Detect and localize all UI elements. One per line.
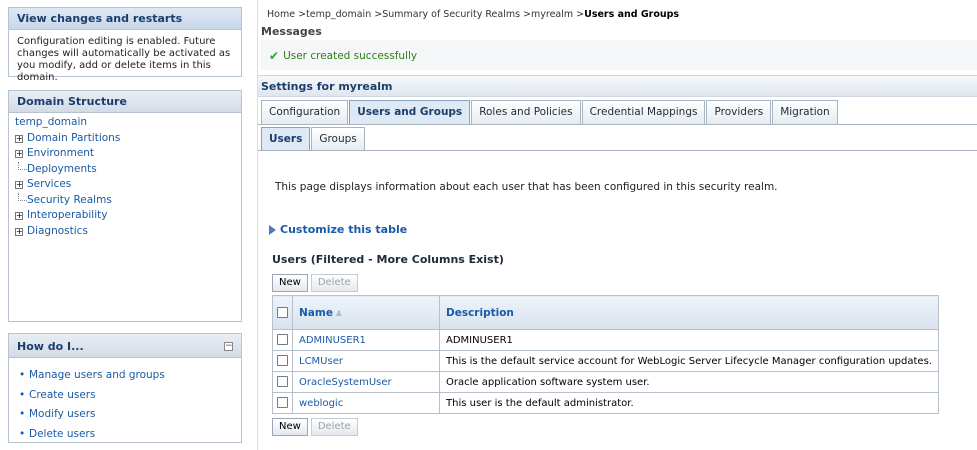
tree-root-temp-domain[interactable]: temp_domain bbox=[15, 115, 235, 131]
row-select-cell bbox=[272, 329, 293, 351]
table-toolbar-top: New Delete bbox=[272, 274, 358, 292]
table-row: OracleSystemUser Oracle application softw… bbox=[272, 371, 939, 393]
tree-node-services[interactable]: + Services bbox=[15, 177, 235, 193]
tree-node-security-realms[interactable]: Security Realms bbox=[15, 192, 235, 209]
tree-node-environment[interactable]: + Environment bbox=[15, 146, 235, 162]
row-select-cell bbox=[272, 350, 293, 372]
tree-connector-icon bbox=[18, 161, 27, 170]
tree-node-label: Deployments bbox=[27, 162, 97, 175]
breadcrumb: Home >temp_domain >Summary of Security R… bbox=[267, 9, 679, 20]
how-do-i-panel: How do I... − Manage users and groupsCre… bbox=[8, 333, 242, 444]
delete-user-button-bottom[interactable]: Delete bbox=[310, 418, 358, 436]
tree-node-domain-partitions[interactable]: + Domain Partitions bbox=[15, 131, 235, 147]
expand-icon[interactable]: + bbox=[15, 227, 23, 236]
tree-node-label: Security Realms bbox=[27, 193, 112, 206]
subtab-groups[interactable]: Groups bbox=[311, 127, 365, 151]
sort-icon[interactable]: ⩓ bbox=[336, 308, 342, 319]
users-table: Name ⩓ Description ADMINUSER1 ADMINUSER1 LC… bbox=[272, 295, 939, 414]
new-user-button-bottom[interactable]: New bbox=[272, 418, 308, 436]
row-checkbox[interactable] bbox=[277, 397, 288, 409]
tree-connector-icon bbox=[18, 192, 27, 201]
tab-configuration[interactable]: Configuration bbox=[261, 100, 349, 124]
user-name-link[interactable]: OracleSystemUser bbox=[292, 371, 440, 393]
how-do-i-link-delete-users[interactable]: Delete users bbox=[17, 425, 233, 445]
user-name-link[interactable]: ADMINUSER1 bbox=[292, 329, 440, 351]
table-row: ADMINUSER1 ADMINUSER1 bbox=[272, 329, 939, 351]
expand-triangle-icon bbox=[269, 224, 276, 235]
main-content: Home >temp_domain >Summary of Security R… bbox=[257, 0, 977, 450]
how-do-i-link-create-users[interactable]: Create users bbox=[17, 386, 233, 406]
user-name-link[interactable]: weblogic bbox=[292, 392, 440, 414]
table-row: weblogic This user is the default adminis… bbox=[272, 392, 939, 414]
settings-tabs: Configuration Users and Groups Roles and P… bbox=[261, 100, 839, 125]
check-icon: ✔ bbox=[269, 49, 280, 63]
messages-box: ✔ User created successfully bbox=[261, 40, 977, 70]
user-name-link[interactable]: LCMUser bbox=[292, 350, 440, 372]
breadcrumb-path[interactable]: Home >temp_domain >Summary of Security R… bbox=[267, 9, 584, 20]
table-row: LCMUser This is the default service accou… bbox=[272, 350, 939, 372]
user-description: This is the default service account for … bbox=[439, 350, 939, 372]
tree-node-diagnostics[interactable]: + Diagnostics bbox=[15, 224, 235, 240]
name-header-label: Name bbox=[299, 306, 333, 319]
tree-node-label: Interoperability bbox=[27, 209, 108, 221]
domain-structure-title: Domain Structure bbox=[9, 91, 241, 113]
name-column-header[interactable]: Name ⩓ bbox=[292, 295, 440, 330]
how-do-i-link-modify-users[interactable]: Modify users bbox=[17, 405, 233, 425]
tree-node-label: Environment bbox=[27, 147, 95, 159]
tab-users-and-groups[interactable]: Users and Groups bbox=[349, 100, 471, 124]
expand-icon[interactable]: + bbox=[15, 150, 23, 158]
tab-providers[interactable]: Providers bbox=[706, 100, 772, 124]
customize-table-label: Customize this table bbox=[280, 223, 408, 236]
domain-tree: temp_domain + Domain Partitions + Environme… bbox=[9, 113, 241, 241]
tab-roles-and-policies[interactable]: Roles and Policies bbox=[471, 100, 581, 124]
row-checkbox[interactable] bbox=[277, 334, 288, 346]
domain-structure-panel: Domain Structure temp_domain + Domain Par… bbox=[8, 90, 242, 322]
tree-node-label: Services bbox=[27, 178, 72, 190]
tree-node-deployments[interactable]: Deployments bbox=[15, 161, 235, 178]
tab-credential-mappings[interactable]: Credential Mappings bbox=[581, 100, 706, 124]
description-column-header[interactable]: Description bbox=[439, 295, 939, 330]
expand-icon[interactable]: + bbox=[15, 134, 23, 143]
users-table-title: Users (Filtered - More Columns Exist) bbox=[272, 253, 504, 266]
tree-node-interoperability[interactable]: + Interoperability bbox=[15, 208, 235, 224]
expand-icon[interactable]: + bbox=[15, 181, 23, 189]
subtab-users[interactable]: Users bbox=[261, 127, 311, 151]
page-description: This page displays information about eac… bbox=[275, 181, 778, 193]
new-user-button[interactable]: New bbox=[272, 274, 308, 292]
success-message: User created successfully bbox=[283, 50, 418, 62]
row-checkbox[interactable] bbox=[277, 376, 288, 388]
tree-node-label: Diagnostics bbox=[27, 224, 88, 237]
change-center-message: Configuration editing is enabled. Future… bbox=[17, 36, 231, 83]
collapse-icon[interactable]: − bbox=[224, 341, 233, 351]
view-changes-link[interactable]: View changes and restarts bbox=[9, 8, 241, 30]
messages-title: Messages bbox=[261, 25, 322, 38]
select-all-checkbox[interactable] bbox=[277, 307, 288, 318]
user-description: ADMINUSER1 bbox=[439, 329, 939, 351]
how-do-i-link-manage-users-and-groups[interactable]: Manage users and groups bbox=[17, 366, 233, 386]
select-all-cell bbox=[272, 295, 293, 330]
expand-icon[interactable]: + bbox=[15, 212, 23, 220]
settings-subtabs: Users Groups bbox=[261, 127, 366, 151]
settings-title: Settings for myrealm bbox=[258, 75, 977, 97]
delete-user-button[interactable]: Delete bbox=[310, 274, 358, 292]
how-do-i-title: How do I... bbox=[17, 339, 84, 353]
breadcrumb-current: Users and Groups bbox=[584, 9, 680, 20]
table-toolbar-bottom: New Delete bbox=[272, 418, 358, 436]
table-header-row: Name ⩓ Description bbox=[272, 295, 939, 330]
row-select-cell bbox=[272, 392, 293, 414]
row-select-cell bbox=[272, 371, 293, 393]
how-do-i-list: Manage users and groupsCreate usersModif… bbox=[9, 358, 241, 450]
user-description: Oracle application software system user. bbox=[439, 371, 939, 393]
change-center-panel: View changes and restarts Configuration … bbox=[8, 7, 242, 83]
customize-table-link[interactable]: Customize this table bbox=[269, 223, 407, 236]
row-checkbox[interactable] bbox=[277, 355, 288, 367]
tree-node-label: Domain Partitions bbox=[27, 131, 121, 144]
tab-migration[interactable]: Migration bbox=[772, 100, 838, 124]
user-description: This user is the default administrator. bbox=[439, 392, 939, 414]
